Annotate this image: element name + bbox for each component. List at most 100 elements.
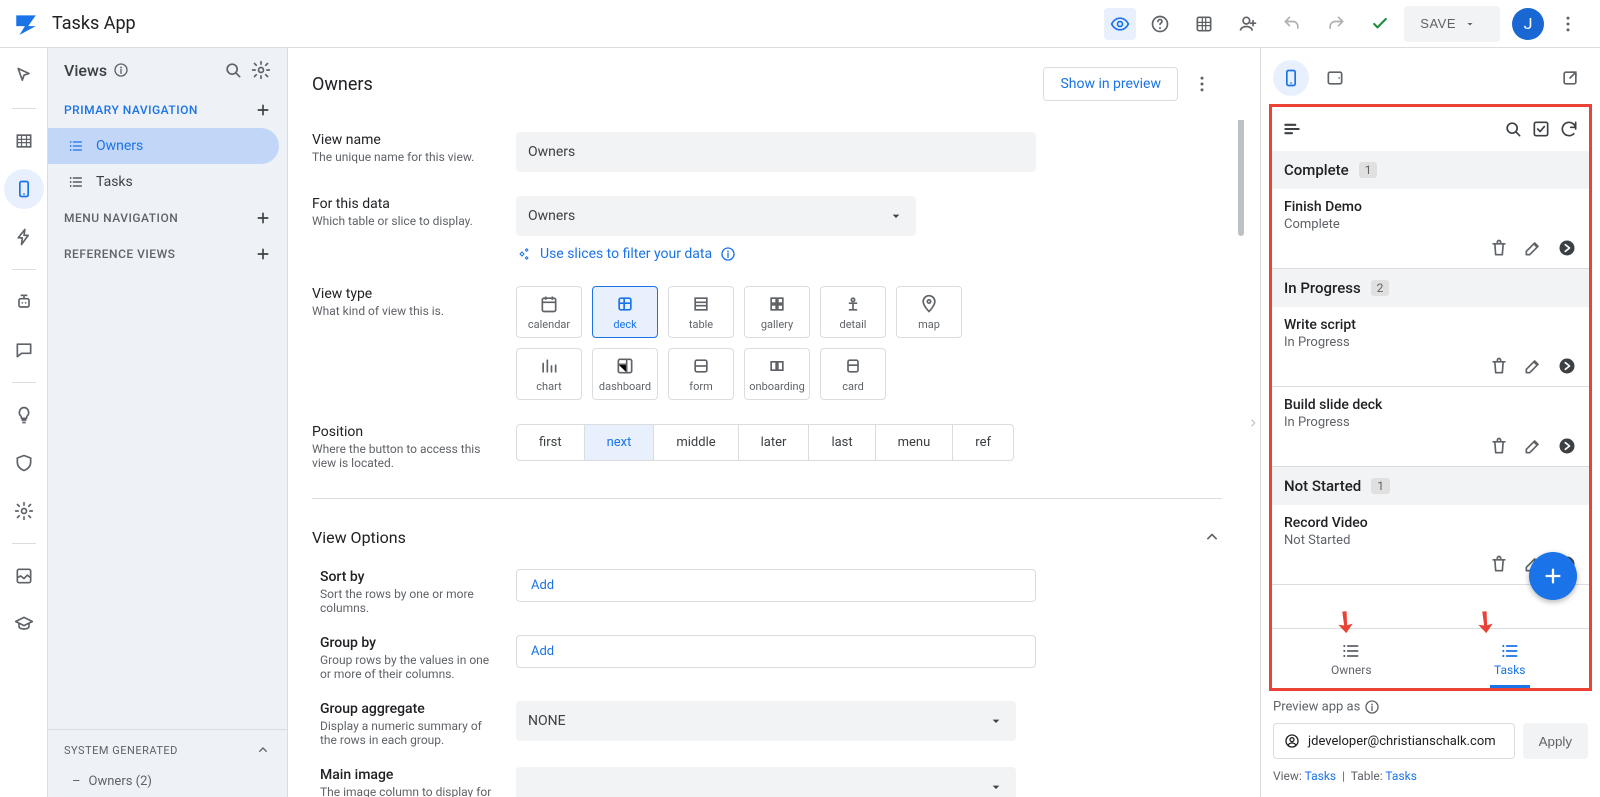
preview-tablet-button[interactable] [1317, 60, 1353, 96]
edit-icon[interactable] [1523, 356, 1543, 376]
group-by-add-button[interactable]: Add [516, 635, 1036, 668]
avatar[interactable]: J [1512, 8, 1544, 40]
view-type-calendar[interactable]: calendar [516, 286, 582, 338]
sort-by-add-button[interactable]: Add [516, 569, 1036, 602]
position-ref[interactable]: ref [953, 425, 1013, 460]
view-type-card[interactable]: card [820, 348, 886, 400]
search-views-icon[interactable] [223, 60, 243, 80]
rail-manage-icon[interactable] [4, 556, 44, 596]
preview-table-link[interactable]: Tasks [1385, 769, 1417, 783]
delete-icon[interactable] [1489, 238, 1509, 258]
position-last[interactable]: last [809, 425, 875, 460]
consistency-check-button[interactable] [1360, 4, 1400, 44]
system-generated-item[interactable]: –Owners (2) [48, 770, 287, 797]
overflow-menu-button[interactable] [1548, 4, 1588, 44]
preview-phone-button[interactable] [1273, 60, 1309, 96]
views-settings-icon[interactable] [251, 60, 271, 80]
preview-card-item[interactable]: Build slide deck In Progress [1272, 387, 1589, 467]
use-slices-link[interactable]: Use slices to filter your data [540, 246, 712, 262]
show-in-preview-button[interactable]: Show in preview [1043, 67, 1178, 101]
view-name-input[interactable]: Owners [516, 132, 1036, 172]
preview-tab-owners[interactable]: Owners [1272, 629, 1431, 688]
view-item-tasks[interactable]: Tasks [48, 164, 287, 200]
section-system-generated[interactable]: SYSTEM GENERATED [48, 729, 287, 770]
apply-button[interactable]: Apply [1523, 723, 1588, 759]
preview-search-icon[interactable] [1503, 119, 1523, 139]
position-middle[interactable]: middle [654, 425, 738, 460]
undo-button[interactable] [1272, 4, 1312, 44]
view-type-chart[interactable]: chart [516, 348, 582, 400]
help-button[interactable] [1140, 4, 1180, 44]
edit-icon[interactable] [1523, 436, 1543, 456]
rail-learn-icon[interactable] [4, 604, 44, 644]
section-reference-views[interactable]: REFERENCE VIEWS [48, 236, 287, 272]
view-type-deck[interactable]: deck [592, 286, 658, 338]
view-type-dashboard[interactable]: dashboard [592, 348, 658, 400]
preview-toggle-button[interactable] [1104, 8, 1136, 40]
add-menu-view-icon[interactable] [255, 210, 271, 226]
rail-chat-icon[interactable] [4, 330, 44, 370]
delete-icon[interactable] [1489, 356, 1509, 376]
view-name-label: View name [312, 132, 492, 148]
delete-icon[interactable] [1489, 436, 1509, 456]
preview-view-link[interactable]: Tasks [1305, 769, 1337, 783]
open-icon[interactable] [1557, 436, 1577, 456]
delete-icon[interactable] [1489, 554, 1509, 574]
rail-settings-icon[interactable] [4, 491, 44, 531]
view-type-table[interactable]: table [668, 286, 734, 338]
add-ref-view-icon[interactable] [255, 246, 271, 262]
view-type-map[interactable]: map [896, 286, 962, 338]
position-later[interactable]: later [739, 425, 810, 460]
rail-automation-icon[interactable] [4, 282, 44, 322]
preview-category-header[interactable]: Complete1 [1272, 151, 1589, 189]
section-menu-navigation[interactable]: MENU NAVIGATION [48, 200, 287, 236]
for-this-data-select[interactable]: Owners [516, 196, 916, 236]
view-item-owners[interactable]: Owners [48, 128, 279, 164]
rail-actions-icon[interactable] [4, 217, 44, 257]
rail-security-icon[interactable] [4, 443, 44, 483]
list-icon [1500, 641, 1520, 661]
position-next[interactable]: next [585, 425, 655, 460]
rail-intelligence-icon[interactable] [4, 395, 44, 435]
main-image-select[interactable] [516, 767, 1016, 797]
view-type-gallery[interactable]: gallery [744, 286, 810, 338]
list-icon [68, 174, 84, 190]
editor-overflow-button[interactable] [1182, 64, 1222, 104]
preview-as-email-input[interactable]: jdeveloper@christianschalk.com [1273, 723, 1515, 759]
preview-card-item[interactable]: Write script In Progress [1272, 307, 1589, 387]
preview-category-header[interactable]: Not Started1 [1272, 467, 1589, 505]
keyboard-button[interactable] [1184, 4, 1224, 44]
group-aggregate-select[interactable]: NONE [516, 701, 1016, 741]
info-icon[interactable] [720, 246, 736, 262]
preview-tab-tasks[interactable]: Tasks [1431, 629, 1590, 688]
fab-add-button[interactable] [1529, 552, 1577, 600]
save-button[interactable]: SAVE [1404, 6, 1500, 42]
position-first[interactable]: first [517, 425, 585, 460]
open-icon[interactable] [1557, 356, 1577, 376]
open-preview-button[interactable] [1552, 60, 1588, 96]
edit-icon[interactable] [1523, 238, 1543, 258]
info-icon[interactable] [113, 62, 129, 78]
view-options-header[interactable]: View Options [288, 515, 1246, 559]
app-title: Tasks App [52, 13, 136, 34]
view-type-detail[interactable]: detail [820, 286, 886, 338]
redo-button[interactable] [1316, 4, 1356, 44]
section-primary-navigation[interactable]: PRIMARY NAVIGATION [48, 92, 287, 128]
rail-home-icon[interactable] [4, 56, 44, 96]
sparkle-icon [516, 246, 532, 262]
view-type-onboarding[interactable]: onboarding [744, 348, 810, 400]
preview-refresh-icon[interactable] [1559, 119, 1579, 139]
collapse-preview-handle[interactable] [1246, 48, 1260, 797]
rail-data-icon[interactable] [4, 121, 44, 161]
position-menu[interactable]: menu [876, 425, 954, 460]
hamburger-menu-icon[interactable] [1282, 119, 1302, 139]
open-icon[interactable] [1557, 238, 1577, 258]
preview-category-header[interactable]: In Progress2 [1272, 269, 1589, 307]
share-button[interactable] [1228, 4, 1268, 44]
preview-card-item[interactable]: Finish Demo Complete [1272, 189, 1589, 269]
info-icon[interactable] [1364, 699, 1380, 715]
preview-select-icon[interactable] [1531, 119, 1551, 139]
view-type-form[interactable]: form [668, 348, 734, 400]
rail-views-icon[interactable] [4, 169, 44, 209]
add-primary-view-icon[interactable] [255, 102, 271, 118]
